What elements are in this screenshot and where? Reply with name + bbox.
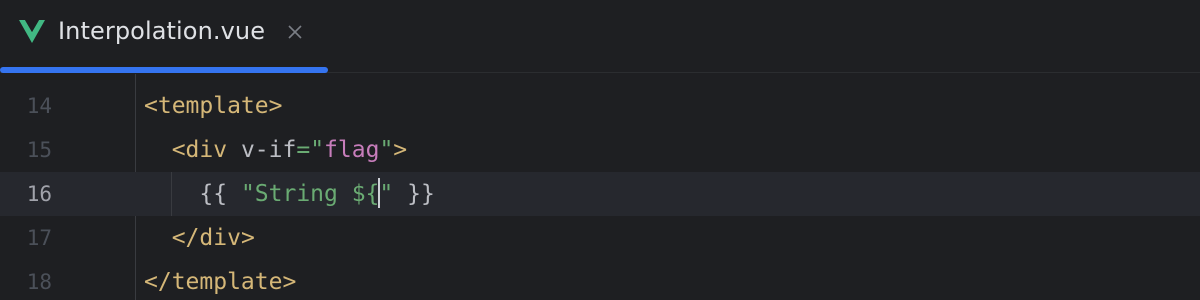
code-token: > bbox=[393, 137, 408, 163]
code-token: <div bbox=[171, 137, 228, 163]
current-code-line[interactable]: 16 {{ "String ${" }} bbox=[0, 172, 1200, 216]
code-text[interactable]: </div> bbox=[144, 216, 255, 260]
code-line[interactable]: 15 <div v-if="flag"> bbox=[0, 128, 1200, 172]
vue-logo-icon bbox=[19, 20, 45, 43]
code-line[interactable]: 14 <template> bbox=[0, 84, 1200, 128]
code-text[interactable]: </template> bbox=[144, 260, 296, 300]
code-token: =" bbox=[296, 137, 325, 163]
code-text[interactable]: <div v-if="flag"> bbox=[144, 128, 407, 172]
code-token: <template> bbox=[144, 93, 283, 119]
code-line[interactable]: 17 </div> bbox=[0, 216, 1200, 260]
line-number: 17 bbox=[26, 226, 52, 250]
code-token: }} bbox=[393, 181, 435, 207]
code-editor[interactable]: 14 <template> 15 <div v-if="flag"> 16 {{… bbox=[0, 74, 1200, 300]
editor-tab-bar: Interpolation.vue bbox=[0, 0, 1200, 73]
code-token: flag bbox=[324, 137, 380, 163]
code-text[interactable]: {{ "String ${" }} bbox=[144, 172, 435, 216]
line-number: 16 bbox=[26, 182, 52, 206]
active-tab-indicator bbox=[0, 67, 328, 73]
code-token: " bbox=[379, 181, 394, 207]
line-number: 15 bbox=[26, 138, 52, 162]
code-token: </div> bbox=[171, 225, 255, 251]
code-token: v-if bbox=[227, 137, 297, 163]
code-line[interactable]: 18 </template> bbox=[0, 260, 1200, 300]
line-number: 14 bbox=[26, 94, 52, 118]
line-number: 18 bbox=[26, 270, 52, 294]
code-token: </template> bbox=[144, 269, 297, 295]
tab-title: Interpolation.vue bbox=[58, 17, 266, 45]
code-token: " bbox=[379, 137, 394, 163]
code-text[interactable]: <template> bbox=[144, 84, 282, 128]
code-token: "String ${ bbox=[240, 181, 380, 207]
tab-interpolation-vue[interactable]: Interpolation.vue bbox=[0, 0, 328, 73]
text-caret bbox=[378, 177, 381, 208]
close-icon[interactable] bbox=[285, 22, 305, 42]
code-token: {{ bbox=[144, 181, 241, 207]
